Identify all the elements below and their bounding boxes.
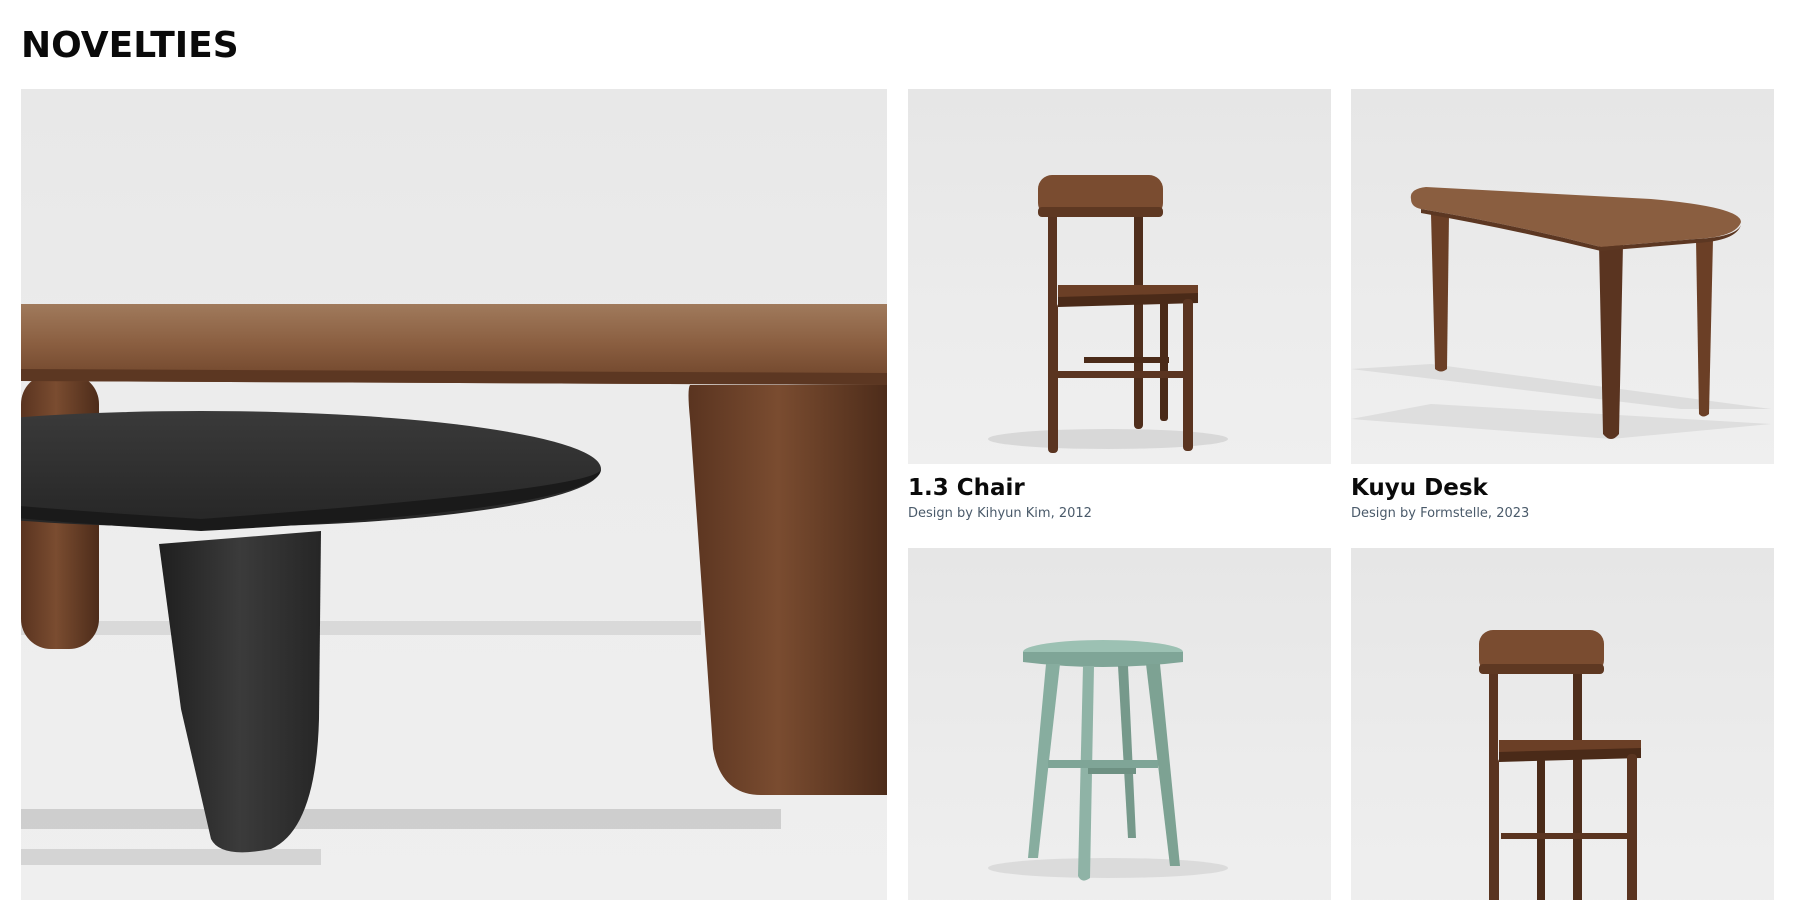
section-title: NOVELTIES (21, 25, 239, 66)
product-image[interactable] (1351, 548, 1774, 900)
chair-photo (1479, 630, 1641, 900)
product-card[interactable]: 1.3 Chair Design by Kihyun Kim, 2012 (908, 89, 1331, 523)
product-credit: Design by Kihyun Kim, 2012 (908, 506, 1092, 521)
product-image[interactable] (908, 548, 1331, 900)
stool-photo (988, 640, 1228, 881)
product-credit: Design by Formstelle, 2023 (1351, 506, 1530, 521)
product-image[interactable] (908, 89, 1331, 464)
product-name[interactable]: Kuyu Desk (1351, 474, 1774, 502)
chair-photo (988, 175, 1228, 453)
page: NOVELTIES 1.3 Chair Design by Kihyun Kim… (0, 0, 1800, 900)
product-card[interactable]: Kuyu Desk Design by Formstelle, 2023 (1351, 89, 1774, 523)
hero-table-photo (21, 304, 887, 865)
product-card[interactable] (908, 548, 1331, 900)
product-card[interactable] (1351, 548, 1774, 900)
product-image[interactable] (1351, 89, 1774, 464)
product-name[interactable]: 1.3 Chair (908, 474, 1331, 502)
hero-image[interactable] (21, 89, 887, 900)
desk-photo (1351, 187, 1771, 439)
